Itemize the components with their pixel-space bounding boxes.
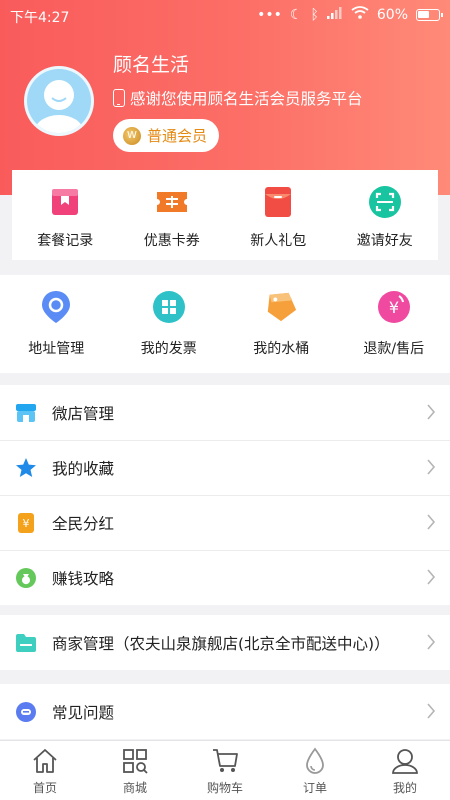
service-water-bucket[interactable]: 我的水桶	[225, 275, 338, 373]
menu-item-faq[interactable]: 常见问题	[0, 684, 450, 739]
action-newcomer-gift[interactable]: 新人礼包	[225, 170, 332, 260]
signal-icon	[326, 6, 343, 23]
gift-pack-icon	[261, 185, 295, 219]
more-dots-icon: •••	[257, 6, 282, 23]
action-label: 套餐记录	[37, 233, 94, 249]
mall-icon	[120, 747, 150, 775]
shop-icon	[15, 402, 37, 424]
tab-profile[interactable]: 我的	[360, 741, 450, 800]
chevron-right-icon	[427, 459, 436, 475]
bluetooth-icon: ᛒ	[310, 6, 319, 23]
menu-label: 微店管理	[52, 404, 115, 423]
chevron-right-icon	[427, 703, 436, 719]
avatar[interactable]	[24, 66, 94, 136]
location-pin-icon	[39, 290, 73, 324]
folder-icon	[15, 632, 37, 654]
wifi-icon	[351, 6, 369, 23]
battery-icon	[416, 8, 443, 21]
welcome-label: 感谢您使用顾名生活会员服务平台	[130, 90, 363, 108]
svg-text:¥: ¥	[389, 298, 399, 317]
action-package-record[interactable]: 套餐记录	[12, 170, 119, 260]
menu-item-earning-guide[interactable]: 赚钱攻略	[0, 550, 450, 605]
money-bag-icon	[15, 567, 37, 589]
menu-label: 全民分红	[52, 514, 115, 533]
chevron-right-icon	[427, 634, 436, 650]
faq-chat-icon	[15, 701, 37, 723]
welcome-text: 感谢您使用顾名生活会员服务平台	[113, 87, 363, 109]
home-icon	[30, 747, 60, 775]
invite-qr-icon	[368, 185, 402, 219]
menu-label: 赚钱攻略	[52, 569, 115, 588]
cart-icon	[210, 747, 240, 775]
chevron-right-icon	[427, 569, 436, 585]
user-name: 顾名生活	[113, 54, 190, 76]
menu-item-favorites[interactable]: 我的收藏	[0, 440, 450, 495]
tab-mall[interactable]: 商城	[90, 741, 180, 800]
action-label: 优惠卡券	[143, 233, 200, 249]
profile-icon	[390, 747, 420, 775]
dividend-icon: ¥	[15, 512, 37, 534]
service-refund[interactable]: ¥ 退款/售后	[338, 275, 450, 373]
phone-icon	[113, 89, 125, 107]
tab-label: 商城	[122, 781, 147, 795]
service-label: 退款/售后	[363, 341, 425, 357]
tab-cart[interactable]: 购物车	[180, 741, 270, 800]
battery-percent: 60%	[376, 6, 408, 23]
status-bar: 下午4:27 ••• ☾ ᛒ 60%	[0, 0, 450, 30]
menu-group-merchant: 商家管理（农夫山泉旗舰店(北京全市配送中心)）	[0, 615, 450, 670]
star-icon	[15, 457, 37, 479]
package-record-icon	[48, 185, 82, 219]
svg-text:¥: ¥	[23, 517, 30, 530]
moon-icon: ☾	[289, 6, 303, 23]
action-coupons[interactable]: 优惠卡券	[119, 170, 226, 260]
service-address[interactable]: 地址管理	[0, 275, 113, 373]
avatar-person-icon	[35, 80, 83, 133]
menu-item-merchant-management[interactable]: 商家管理（农夫山泉旗舰店(北京全市配送中心)）	[0, 615, 450, 670]
tab-label: 我的	[392, 781, 417, 795]
menu-item-shop-management[interactable]: 微店管理	[0, 385, 450, 440]
member-level-label: 普通会员	[147, 127, 208, 145]
menu-label: 常见问题	[52, 703, 115, 722]
invoice-grid-icon	[152, 290, 186, 324]
action-label: 新人礼包	[250, 233, 307, 249]
tab-label: 购物车	[206, 781, 243, 795]
chevron-right-icon	[427, 404, 436, 420]
action-label: 邀请好友	[356, 233, 413, 249]
status-time: 下午4:27	[10, 10, 70, 26]
menu-label: 商家管理（农夫山泉旗舰店(北京全市配送中心)）	[52, 634, 390, 653]
coupon-icon	[155, 185, 189, 219]
menu-group-primary: 微店管理 我的收藏 ¥ 全民分红 赚钱攻略	[0, 385, 450, 605]
services-card: 地址管理 我的发票 我的水桶 ¥ 退款/售后	[0, 275, 450, 373]
service-label: 我的水桶	[253, 341, 310, 357]
menu-group-help: 常见问题	[0, 684, 450, 739]
medal-icon: W	[123, 126, 141, 145]
order-drop-icon	[300, 747, 330, 775]
member-level-badge[interactable]: W 普通会员	[113, 119, 220, 152]
chevron-right-icon	[427, 514, 436, 530]
action-invite-friends[interactable]: 邀请好友	[332, 170, 439, 260]
menu-label: 我的收藏	[52, 459, 115, 478]
water-bucket-icon	[264, 290, 298, 324]
tab-home[interactable]: 首页	[0, 741, 90, 800]
quick-actions-card: 套餐记录 优惠卡券 新人礼包 邀请好友	[12, 170, 438, 260]
tab-label: 订单	[302, 781, 327, 795]
service-label: 地址管理	[28, 341, 85, 357]
service-label: 我的发票	[140, 341, 197, 357]
tab-orders[interactable]: 订单	[270, 741, 360, 800]
refund-icon: ¥	[377, 290, 411, 324]
tab-label: 首页	[32, 781, 57, 795]
menu-item-dividend[interactable]: ¥ 全民分红	[0, 495, 450, 550]
bottom-tab-bar: 首页 商城 购物车 订单 我的	[0, 740, 450, 800]
service-invoice[interactable]: 我的发票	[113, 275, 226, 373]
profile-header: 下午4:27 ••• ☾ ᛒ 60% 顾名生活 感谢您使用顾名生活会员服务平台 …	[0, 0, 450, 195]
